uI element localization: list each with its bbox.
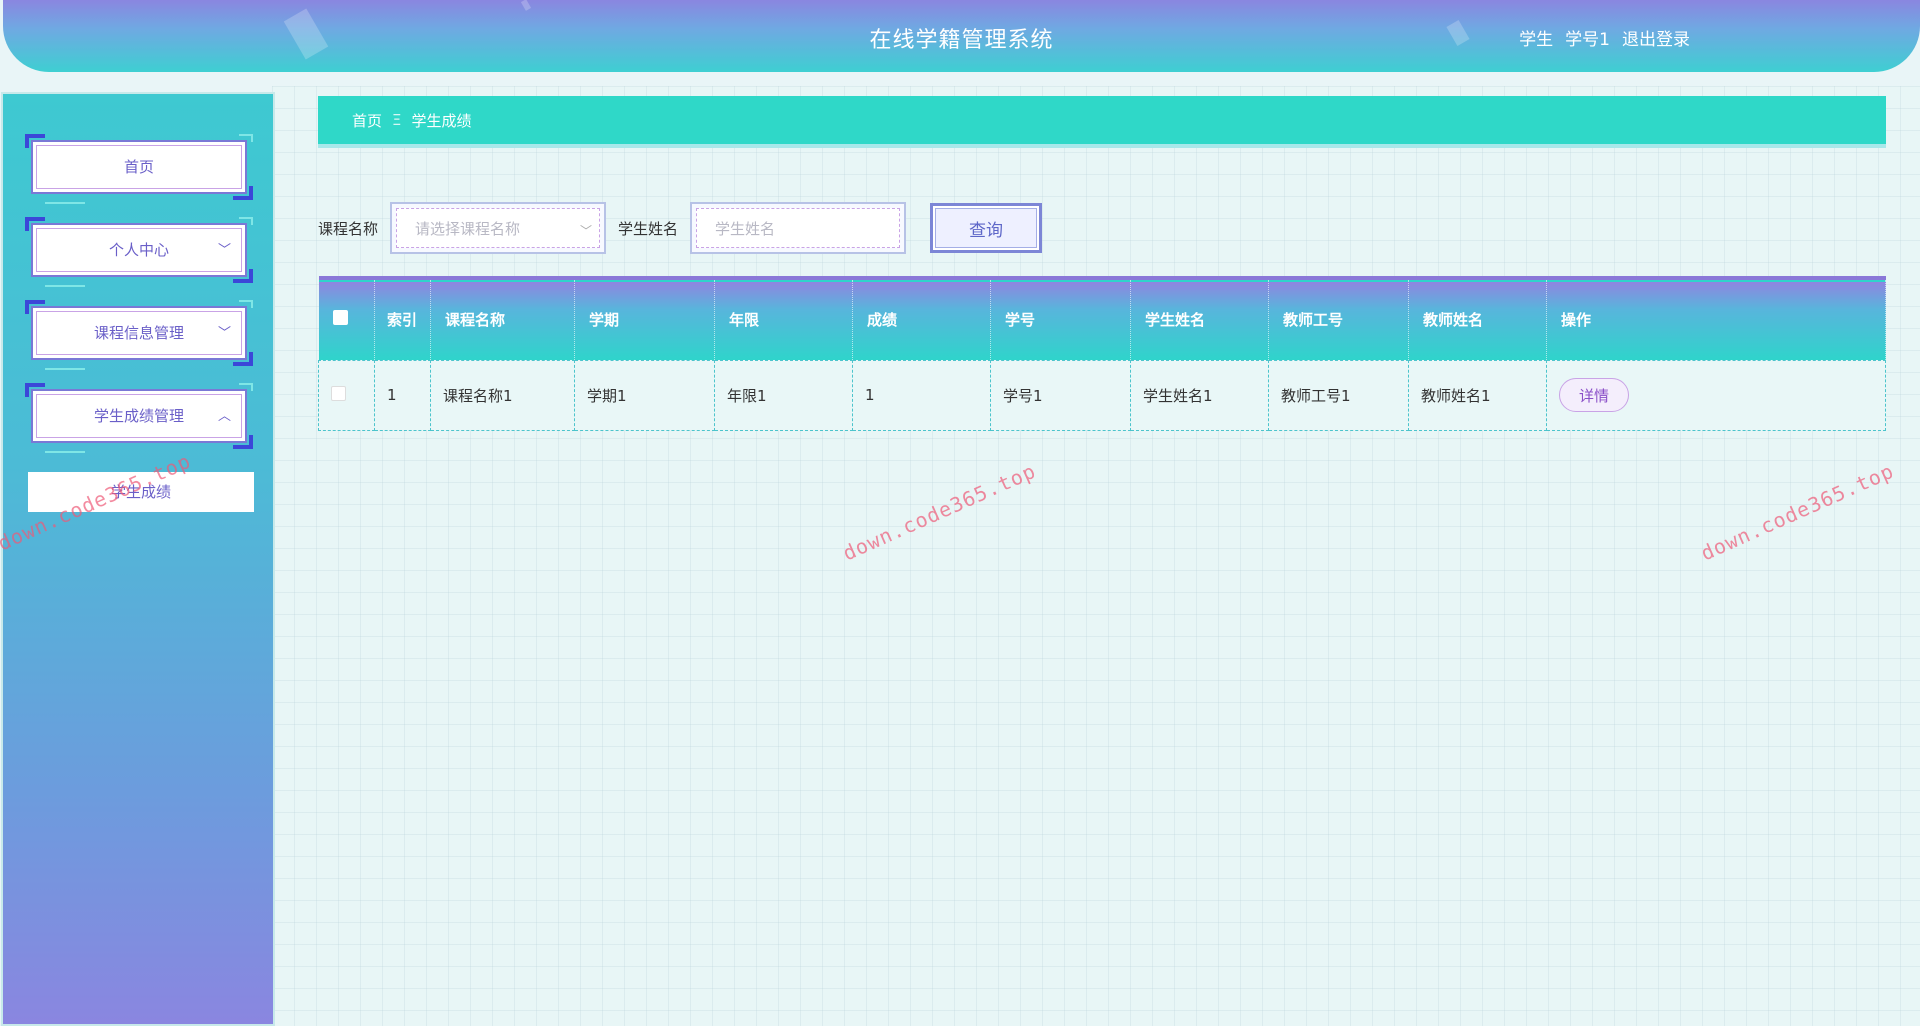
sidebar-item-home[interactable]: 首页 [25, 134, 253, 204]
column-header: 学号 [990, 278, 1131, 360]
sidebar-item-personal-center[interactable]: 个人中心 ﹀ [25, 217, 253, 287]
cell-teacher-name: 教师姓名1 [1408, 359, 1547, 431]
breadcrumb: 首页 Ξ 学生成绩 [318, 96, 1886, 144]
row-select-cell [318, 359, 375, 431]
decor-shape [520, 0, 532, 11]
table-row: 1 课程名称1 学期1 年限1 1 学号1 学生姓名1 教师工号1 教师姓名1 … [318, 359, 1886, 431]
detail-button[interactable]: 详情 [1559, 378, 1629, 412]
sidebar-item-course-management[interactable]: 课程信息管理 ﹀ [25, 300, 253, 370]
cell-term: 学期1 [574, 359, 715, 431]
cell-score: 1 [852, 359, 991, 431]
course-name-select[interactable]: 请选择课程名称 ﹀ [390, 202, 607, 254]
column-header: 年限 [714, 278, 853, 360]
frame-corner [45, 449, 85, 453]
column-header: 索引 [374, 278, 431, 360]
breadcrumb-current: 学生成绩 [411, 111, 472, 130]
frame-corner [45, 283, 85, 287]
top-header: 在线学籍管理系统 学生 学号1 退出登录 [3, 0, 1920, 72]
user-name: 学号1 [1565, 30, 1610, 50]
student-name-placeholder: 学生姓名 [696, 208, 901, 248]
column-header: 教师工号 [1268, 278, 1409, 360]
frame-corner [45, 200, 85, 204]
table-header-row: 索引 课程名称 学期 年限 成绩 学号 学生姓名 教师工号 教师姓名 操作 [318, 278, 1886, 360]
score-table: 索引 课程名称 学期 年限 成绩 学号 学生姓名 教师工号 教师姓名 操作 1 … [318, 276, 1886, 431]
cell-index: 1 [374, 359, 431, 431]
user-role: 学生 [1519, 30, 1554, 50]
search-bar: 课程名称 请选择课程名称 ﹀ 学生姓名 学生姓名 查询 [318, 198, 1043, 258]
row-checkbox[interactable] [331, 385, 346, 401]
cell-student-name: 学生姓名1 [1130, 359, 1269, 431]
breadcrumb-home[interactable]: 首页 [352, 110, 382, 131]
sidebar-item-score-management[interactable]: 学生成绩管理 ︿ [25, 383, 253, 453]
frame-corner [233, 435, 253, 449]
frame-corner [233, 352, 253, 366]
column-header: 学生姓名 [1130, 278, 1269, 360]
course-name-label: 课程名称 [318, 219, 379, 238]
column-header: 教师姓名 [1408, 278, 1547, 360]
query-button[interactable]: 查询 [930, 203, 1043, 253]
user-info: 学生 学号1 退出登录 [1519, 25, 1690, 50]
cell-course: 课程名称1 [430, 359, 575, 431]
logout-link[interactable]: 退出登录 [1622, 25, 1690, 50]
select-all-checkbox[interactable] [332, 310, 348, 326]
column-header: 学期 [574, 278, 715, 360]
select-all-cell [318, 278, 375, 360]
chevron-down-icon: ﹀ [217, 243, 231, 258]
chevron-down-icon: ﹀ [580, 224, 593, 238]
sidebar-item-label: 首页 [123, 158, 154, 176]
sidebar: 首页 个人中心 ﹀ 课程信息管理 ﹀ 学生成绩管理 ︿ 学生成绩 [3, 94, 273, 1024]
column-header: 课程名称 [430, 278, 575, 360]
chevron-up-icon: ︿ [217, 409, 231, 424]
cell-year: 年限1 [714, 359, 853, 431]
frame-corner [45, 366, 85, 370]
column-header: 操作 [1546, 278, 1886, 360]
cell-student-no: 学号1 [990, 359, 1131, 431]
breadcrumb-separator-icon: Ξ [392, 111, 402, 129]
cell-teacher-no: 教师工号1 [1268, 359, 1409, 431]
student-name-input[interactable]: 学生姓名 [690, 202, 907, 254]
chevron-down-icon: ﹀ [217, 326, 231, 341]
column-header: 成绩 [852, 278, 991, 360]
cell-action: 详情 [1546, 359, 1886, 431]
student-name-label: 学生姓名 [618, 219, 679, 238]
frame-corner [233, 186, 253, 200]
frame-corner [233, 269, 253, 283]
course-name-placeholder: 请选择课程名称 [396, 208, 601, 248]
